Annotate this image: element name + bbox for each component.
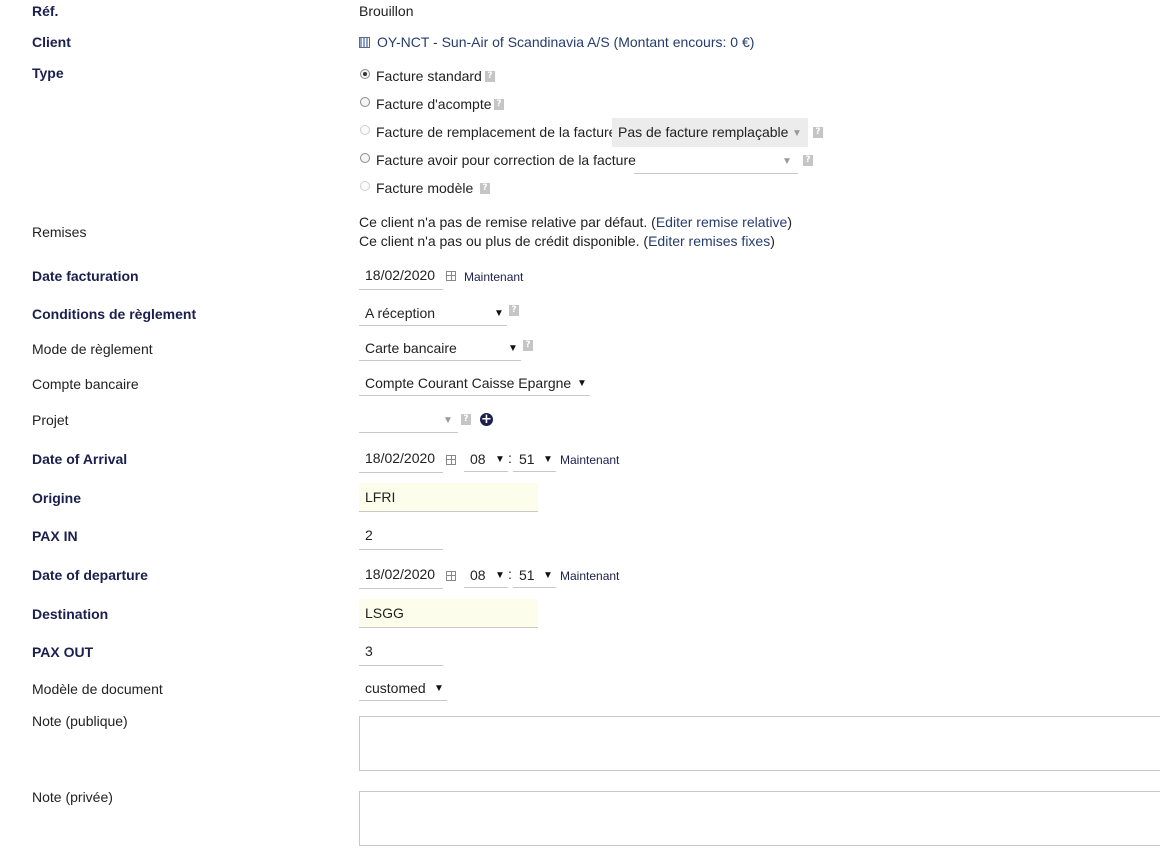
- pax-out-label: PAX OUT: [32, 644, 94, 660]
- time-separator: :: [508, 566, 512, 582]
- date-facturation-input[interactable]: 18/02/2020: [359, 262, 443, 290]
- arrival-hour-value: 08: [470, 451, 486, 467]
- paren-close: ): [770, 233, 775, 249]
- destination-input[interactable]: LSGG: [359, 599, 538, 628]
- remise-fixe-text: Ce client n'a pas ou plus de crédit disp…: [359, 233, 649, 249]
- chevron-down-icon: ▼: [543, 454, 553, 465]
- mode-value: Carte bancaire: [365, 340, 457, 356]
- chevron-down-icon: ▼: [495, 454, 505, 465]
- remise-fixe-line: Ce client n'a pas ou plus de crédit disp…: [359, 233, 775, 249]
- remises-label: Remises: [32, 224, 87, 240]
- compte-label: Compte bancaire: [32, 376, 139, 392]
- conditions-label: Conditions de règlement: [32, 306, 197, 322]
- note-privee-textarea[interactable]: [359, 791, 1160, 846]
- help-icon: ?: [813, 127, 823, 138]
- client-label: Client: [32, 34, 71, 50]
- departure-date-input[interactable]: 18/02/2020: [359, 561, 443, 589]
- help-icon: ?: [803, 155, 813, 166]
- radio-facture-avoir[interactable]: [360, 153, 370, 163]
- calendar-icon[interactable]: [446, 571, 456, 581]
- calendar-icon[interactable]: [446, 455, 456, 465]
- date-facturation-label: Date facturation: [32, 268, 139, 284]
- note-privee-label: Note (privée): [32, 789, 113, 805]
- chevron-down-icon: ▼: [577, 378, 587, 389]
- help-icon: ?: [461, 414, 471, 425]
- chevron-down-icon: ▼: [508, 343, 518, 354]
- origine-input[interactable]: LFRI: [359, 483, 538, 512]
- facture-modele-label: Facture modèle: [376, 180, 474, 196]
- help-icon: ?: [509, 305, 519, 316]
- building-icon: [359, 37, 370, 48]
- arrival-now-link[interactable]: Maintenant: [560, 453, 619, 467]
- pax-in-input[interactable]: 2: [359, 522, 443, 550]
- note-publique-label: Note (publique): [32, 713, 128, 729]
- ref-value: Brouillon: [359, 3, 414, 19]
- compte-value: Compte Courant Caisse Epargne: [365, 375, 572, 391]
- calendar-icon[interactable]: [446, 271, 456, 281]
- arrival-date-input[interactable]: 18/02/2020: [359, 445, 443, 473]
- radio-facture-remplacement[interactable]: [360, 125, 370, 135]
- time-separator: :: [508, 450, 512, 466]
- chevron-down-icon: ▼: [434, 683, 444, 694]
- help-icon: ?: [494, 99, 504, 110]
- remise-relative-text: Ce client n'a pas de remise relative par…: [359, 214, 656, 230]
- facture-acompte-label: Facture d'acompte: [376, 96, 492, 112]
- projet-label: Projet: [32, 412, 69, 428]
- chevron-down-icon: ▼: [543, 570, 553, 581]
- departure-minute-value: 51: [519, 567, 535, 583]
- destination-label: Destination: [32, 606, 109, 622]
- type-label: Type: [32, 65, 64, 81]
- add-project-icon[interactable]: +: [480, 413, 493, 426]
- chevron-down-icon: ▼: [443, 415, 453, 426]
- conditions-select[interactable]: A réception: [359, 300, 507, 326]
- ref-label: Réf.: [32, 3, 59, 19]
- date-facturation-now-link[interactable]: Maintenant: [464, 270, 523, 284]
- replacement-invoice-value: Pas de facture remplaçable: [618, 124, 789, 140]
- facture-standard-label: Facture standard: [376, 68, 482, 84]
- replacement-invoice-select[interactable]: Pas de facture remplaçable: [612, 118, 808, 147]
- modele-value: customed: [365, 680, 426, 696]
- help-icon: ?: [485, 71, 495, 82]
- facture-remplacement-label: Facture de remplacement de la facture: [376, 124, 617, 140]
- help-icon: ?: [480, 183, 490, 194]
- pax-in-label: PAX IN: [32, 528, 78, 544]
- paren-close: ): [787, 214, 792, 230]
- chevron-down-icon: ▼: [495, 570, 505, 581]
- help-icon: ?: [523, 340, 533, 351]
- chevron-down-icon: ▼: [494, 308, 504, 319]
- mode-select[interactable]: Carte bancaire: [359, 335, 521, 361]
- facture-avoir-label: Facture avoir pour correction de la fact…: [376, 152, 636, 168]
- credit-note-invoice-select[interactable]: [634, 148, 798, 174]
- departure-label: Date of departure: [32, 567, 148, 583]
- client-link-text[interactable]: OY-NCT - Sun-Air of Scandinavia A/S (Mon…: [377, 34, 754, 50]
- remise-relative-line: Ce client n'a pas de remise relative par…: [359, 214, 792, 230]
- edit-remises-fixes-link[interactable]: Editer remises fixes: [648, 233, 770, 249]
- edit-remise-relative-link[interactable]: Editer remise relative: [656, 214, 788, 230]
- radio-facture-acompte[interactable]: [360, 97, 370, 107]
- departure-now-link[interactable]: Maintenant: [560, 569, 619, 583]
- arrival-label: Date of Arrival: [32, 451, 128, 467]
- client-link[interactable]: OY-NCT - Sun-Air of Scandinavia A/S (Mon…: [377, 34, 754, 50]
- pax-out-input[interactable]: 3: [359, 638, 443, 666]
- chevron-down-icon: ▼: [792, 128, 802, 139]
- note-publique-textarea[interactable]: [359, 716, 1160, 771]
- origine-label: Origine: [32, 490, 82, 506]
- mode-label: Mode de règlement: [32, 341, 153, 357]
- compte-select[interactable]: Compte Courant Caisse Epargne: [359, 370, 590, 396]
- arrival-minute-value: 51: [519, 451, 535, 467]
- chevron-down-icon: ▼: [782, 156, 792, 167]
- radio-facture-modele[interactable]: [360, 181, 370, 191]
- radio-facture-standard[interactable]: [360, 69, 370, 79]
- departure-hour-value: 08: [470, 567, 486, 583]
- conditions-value: A réception: [365, 305, 436, 321]
- modele-label: Modèle de document: [32, 681, 163, 697]
